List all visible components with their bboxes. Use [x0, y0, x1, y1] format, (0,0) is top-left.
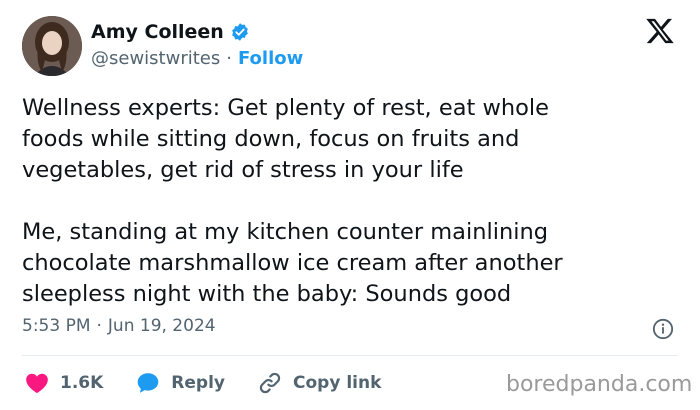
- action-bar: 1.6K Reply Copy link: [24, 370, 413, 396]
- author-name[interactable]: Amy Colleen: [91, 21, 224, 43]
- author-handle-row: @sewistwrites · Follow: [91, 48, 303, 69]
- reply-button[interactable]: Reply: [135, 370, 225, 396]
- follow-button[interactable]: Follow: [238, 48, 303, 69]
- tweet-time[interactable]: 5:53 PM: [22, 316, 91, 336]
- meta-separator: ·: [96, 316, 102, 336]
- x-logo-icon[interactable]: [645, 16, 675, 46]
- reply-label: Reply: [171, 373, 225, 393]
- author-handle[interactable]: @sewistwrites: [91, 48, 220, 69]
- separator-dot: ·: [226, 48, 232, 69]
- tweet-meta: 5:53 PM · Jun 19, 2024: [22, 316, 216, 336]
- verified-badge-icon: [231, 23, 248, 41]
- avatar-image: [22, 16, 82, 76]
- link-icon: [259, 372, 281, 394]
- tweet-text: Wellness experts: Get plenty of rest, ea…: [22, 95, 563, 307]
- like-button[interactable]: 1.6K: [24, 370, 103, 396]
- info-icon[interactable]: [652, 318, 674, 340]
- tweet-date[interactable]: Jun 19, 2024: [108, 316, 216, 336]
- heart-icon: [26, 373, 48, 394]
- author-name-row: Amy Colleen: [91, 21, 250, 43]
- copy-link-label: Copy link: [293, 373, 382, 393]
- avatar[interactable]: [22, 16, 82, 76]
- divider: [22, 355, 678, 356]
- like-count: 1.6K: [60, 373, 104, 393]
- copy-link-button[interactable]: Copy link: [257, 370, 381, 396]
- reply-bubble-icon: [138, 373, 159, 393]
- watermark: boredpanda.com: [506, 372, 693, 397]
